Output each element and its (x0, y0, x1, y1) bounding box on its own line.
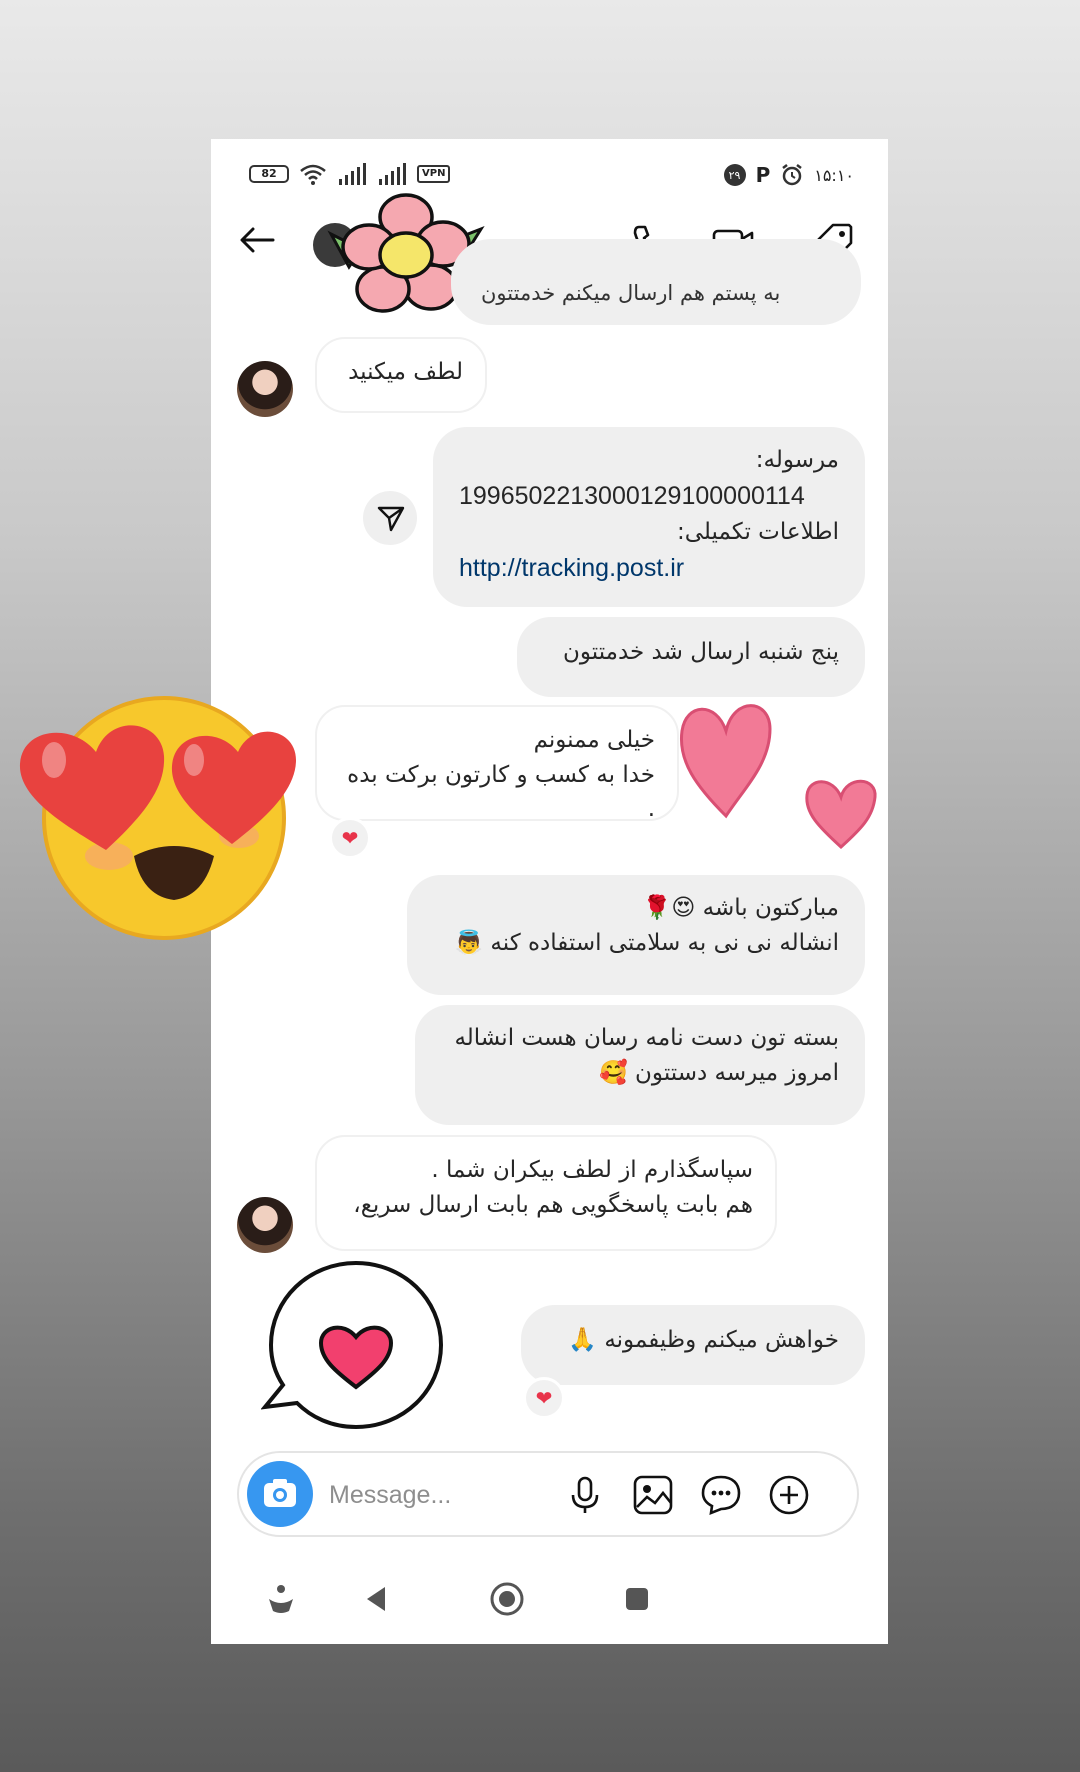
message-line: امروز میرسه دستتون 🥰 (599, 1059, 839, 1086)
heart-reaction[interactable]: ❤ (329, 817, 371, 859)
message-bubble-outgoing[interactable]: خواهش میکنم وظیفمونه 🙏 (521, 1305, 865, 1385)
message-bubble-outgoing[interactable]: پنج شنبه ارسال شد خدمتتون (517, 617, 865, 697)
message-line: هم بابت پاسخگویی هم بابت ارسال سریع، (353, 1191, 753, 1218)
pink-heart-sticker (679, 704, 772, 819)
sender-avatar[interactable] (237, 1197, 293, 1253)
battery-indicator: 82 (249, 165, 289, 183)
clock-time: ۱۵:۱۰ (814, 165, 854, 185)
message-text: خواهش میکنم وظیفمونه 🙏 (568, 1327, 839, 1353)
heart-speech-bubble-sticker (261, 1260, 444, 1430)
status-bar: 82 VPN ۲۹ P ۱۵:۱۰ (211, 163, 888, 193)
share-send-icon[interactable] (363, 491, 417, 545)
message-bubble-outgoing[interactable]: به پستم هم ارسال میکنم خدمتتون (451, 239, 861, 325)
message-bubble-outgoing[interactable]: بسته تون دست نامه رسان هست انشاله امروز … (415, 1005, 865, 1125)
message-line: مبارکتون باشه 😍🌹 (642, 895, 839, 921)
message-line: خیلی ممنونم (533, 727, 655, 753)
message-composer (237, 1451, 859, 1537)
heart-eyes-emoji-sticker (19, 696, 296, 940)
notification-count-badge: ۲۹ (723, 164, 746, 186)
message-line: سپاسگذارم از لطف بیکران شما . (431, 1157, 753, 1183)
nav-home-icon[interactable] (485, 1577, 529, 1621)
message-bubble-incoming[interactable]: خیلی ممنونم خدا به کسب و کارتون برکت بده… (315, 705, 679, 822)
pink-heart-sticker-small (805, 779, 877, 850)
microphone-icon[interactable] (563, 1473, 607, 1517)
message-text: پنج شنبه ارسال شد خدمتتون (562, 639, 839, 665)
message-bubble-outgoing[interactable]: مرسوله: 1996502213000129100000114 اطلاعا… (433, 427, 865, 607)
sticker-chat-icon[interactable] (699, 1473, 743, 1517)
system-navbar (211, 1569, 888, 1629)
message-text: به پستم هم ارسال میکنم خدمتتون (481, 281, 781, 305)
message-bubble-incoming[interactable]: لطف میکنید (315, 337, 487, 413)
nav-back-icon[interactable] (355, 1577, 399, 1621)
message-line: اطلاعات تکمیلی: (677, 519, 839, 545)
alarm-icon (782, 164, 802, 186)
message-input[interactable] (329, 1473, 529, 1517)
arrow-left-icon[interactable] (237, 219, 279, 261)
message-line: بسته تون دست نامه رسان هست انشاله (454, 1025, 839, 1051)
carrier-icon: P (755, 163, 771, 187)
signal-icon (339, 163, 366, 185)
camera-icon (264, 1479, 296, 1507)
message-line: مرسوله: (755, 447, 839, 473)
vpn-badge: VPN (417, 165, 451, 183)
nav-recents-icon[interactable] (615, 1577, 659, 1621)
message-text: لطف میکنید (348, 359, 463, 385)
camera-button[interactable] (247, 1461, 313, 1527)
accessibility-icon[interactable] (259, 1577, 303, 1621)
sender-avatar[interactable] (237, 361, 293, 417)
tracking-number: 1996502213000129100000114 (459, 481, 805, 510)
message-bubble-incoming[interactable]: سپاسگذارم از لطف بیکران شما . هم بابت پا… (315, 1135, 777, 1251)
tracking-link[interactable]: http://tracking.post.ir (459, 550, 839, 588)
wifi-icon (300, 164, 326, 185)
message-line: خدا به کسب و کارتون برکت بده . (347, 761, 655, 823)
signal-icon-2 (379, 163, 406, 185)
heart-reaction[interactable]: ❤ (523, 1377, 565, 1419)
message-line: انشاله نی نی به سلامتی استفاده کنه 👼 (454, 929, 839, 956)
plus-circle-icon[interactable] (767, 1473, 811, 1517)
gallery-icon[interactable] (631, 1473, 675, 1517)
message-bubble-outgoing[interactable]: مبارکتون باشه 😍🌹 انشاله نی نی به سلامتی … (407, 875, 865, 995)
chat-screen: 82 VPN ۲۹ P ۱۵:۱۰ به پستم هم ارسال میکنم… (211, 139, 888, 1644)
